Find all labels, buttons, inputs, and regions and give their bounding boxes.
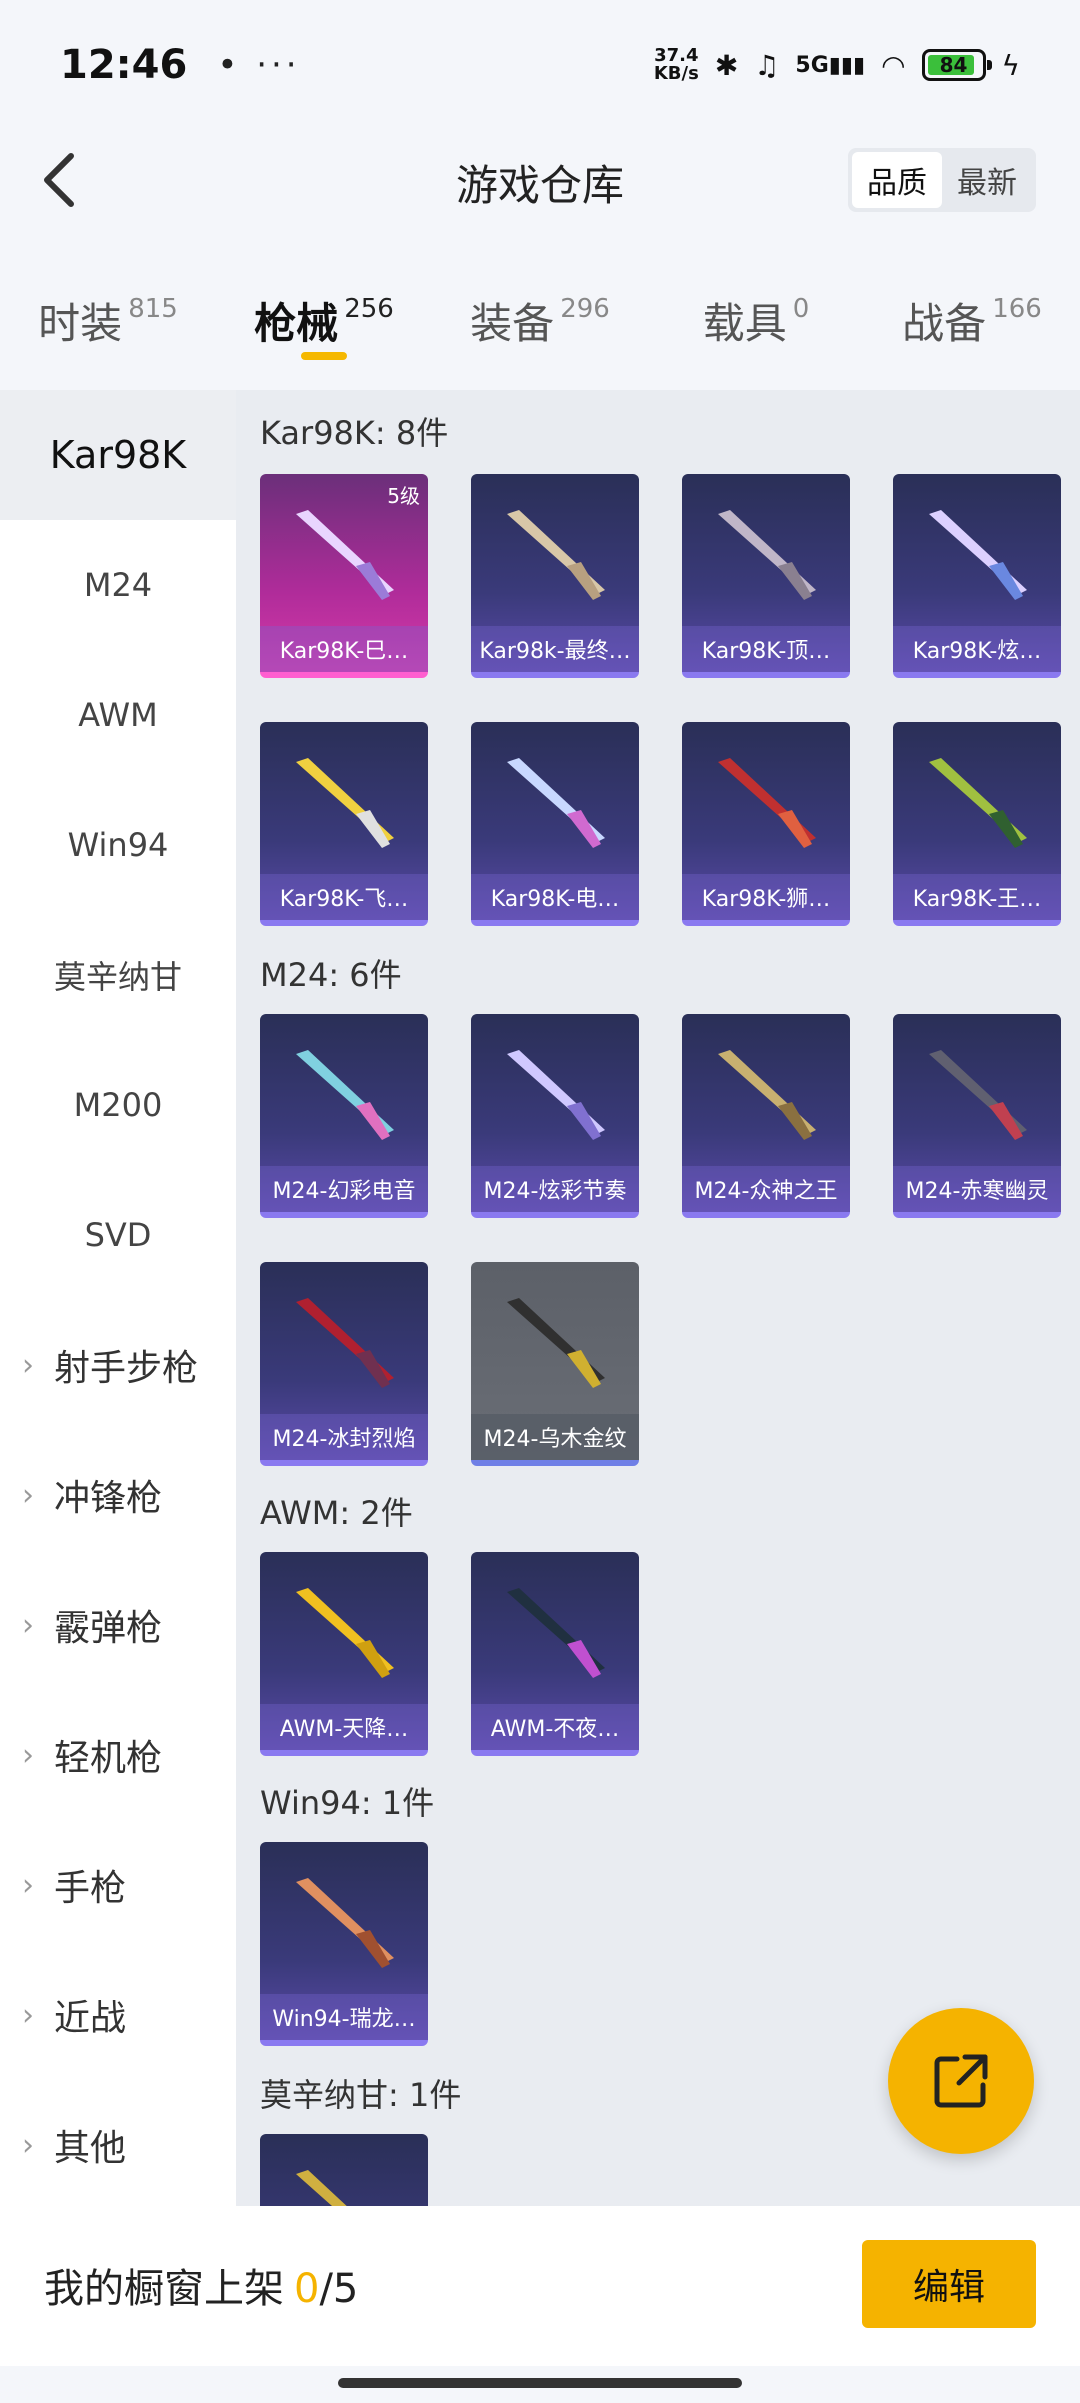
- sidebar-group-other[interactable]: › 其他: [0, 2080, 236, 2210]
- rifle-icon: [507, 758, 605, 848]
- rifle-icon: [296, 1878, 394, 1968]
- app-header: 游戏仓库 品质 最新: [0, 130, 1080, 230]
- weapon-card[interactable]: M24-众神之王: [682, 1014, 850, 1218]
- sidebar-group-marksman[interactable]: › 射手步枪: [0, 1300, 236, 1430]
- weapon-grid: Kar98K: 8件 5级 Kar98K-巳… Kar98k-最终… Kar98…: [236, 390, 1080, 2206]
- weapon-card[interactable]: Kar98K-电…: [471, 722, 639, 926]
- rifle-icon: [296, 510, 394, 600]
- net-speed: 37.4 KB/s: [653, 45, 699, 84]
- charging-icon: ϟ: [1001, 48, 1020, 82]
- rifle-icon: [929, 510, 1027, 600]
- sidebar-item-awm[interactable]: AWM: [0, 650, 236, 780]
- sidebar-group-pistol[interactable]: › 手枪: [0, 1820, 236, 1950]
- weapon-card[interactable]: M24-乌木金纹: [471, 1262, 639, 1466]
- sidebar-group-melee[interactable]: › 近战: [0, 1950, 236, 2080]
- rifle-icon: [718, 510, 816, 600]
- sort-toggle: 品质 最新: [848, 148, 1036, 212]
- sidebar-item-svd[interactable]: SVD: [0, 1170, 236, 1300]
- tab-outfits[interactable]: 时装 815: [0, 270, 216, 370]
- chevron-right-icon: ›: [22, 1867, 34, 1903]
- chevron-right-icon: ›: [22, 2127, 34, 2163]
- weapon-card[interactable]: Kar98K-炫…: [893, 474, 1061, 678]
- weapon-card[interactable]: AWM-天降…: [260, 1552, 428, 1756]
- wifi-icon: ◠: [881, 48, 906, 82]
- share-button[interactable]: [888, 2008, 1034, 2154]
- weapon-card[interactable]: M24-炫彩节奏: [471, 1014, 639, 1218]
- weapon-card[interactable]: [260, 2134, 428, 2206]
- rifle-icon: [929, 758, 1027, 848]
- sort-newest-button[interactable]: 最新: [942, 152, 1032, 208]
- weapon-card[interactable]: Kar98K-顶…: [682, 474, 850, 678]
- section-title-awm: AWM: 2件: [260, 1494, 413, 1532]
- chevron-right-icon: ›: [22, 1997, 34, 2033]
- sidebar-group-shotgun[interactable]: › 霰弹枪: [0, 1560, 236, 1690]
- weapon-card[interactable]: M24-幻彩电音: [260, 1014, 428, 1218]
- notification-dots: • ···: [217, 45, 301, 85]
- chevron-right-icon: ›: [22, 1737, 34, 1773]
- weapon-card[interactable]: AWM-不夜…: [471, 1552, 639, 1756]
- status-time: 12:46: [60, 42, 188, 88]
- sidebar-item-win94[interactable]: Win94: [0, 780, 236, 910]
- sort-quality-button[interactable]: 品质: [852, 152, 942, 208]
- sidebar-item-m24[interactable]: M24: [0, 520, 236, 650]
- weapon-card[interactable]: Kar98K-王…: [893, 722, 1061, 926]
- showcase-count: 0: [294, 2266, 320, 2312]
- rifle-icon: [296, 2170, 347, 2206]
- signal-icon: 5G▮▮▮: [795, 52, 866, 78]
- chevron-right-icon: ›: [22, 1607, 34, 1643]
- sidebar-item-m200[interactable]: M200: [0, 1040, 236, 1170]
- rifle-icon: [507, 510, 605, 600]
- rifle-icon: [718, 758, 816, 848]
- bluetooth-icon: ✱: [714, 48, 739, 82]
- rifle-icon: [296, 758, 394, 848]
- tab-vehicles[interactable]: 载具 0: [648, 270, 864, 370]
- showcase-bar: 我的橱窗上架 0 /5 编辑: [0, 2206, 1080, 2366]
- battery-icon: 84: [921, 49, 992, 81]
- weapon-card[interactable]: Kar98K-狮…: [682, 722, 850, 926]
- rifle-icon: [718, 1050, 816, 1140]
- rifle-icon: [507, 1298, 605, 1388]
- weapon-card[interactable]: Kar98K-飞…: [260, 722, 428, 926]
- home-indicator[interactable]: [338, 2378, 742, 2388]
- showcase-status: 我的橱窗上架 0 /5: [44, 2256, 358, 2314]
- weapon-card[interactable]: M24-赤寒幽灵: [893, 1014, 1061, 1218]
- edit-button[interactable]: 编辑: [862, 2240, 1036, 2328]
- showcase-label: 我的橱窗上架: [44, 2266, 284, 2312]
- tab-supplies[interactable]: 战备 166: [864, 270, 1080, 370]
- tab-equipment[interactable]: 装备 296: [432, 270, 648, 370]
- rifle-icon: [507, 1588, 605, 1678]
- weapon-card[interactable]: M24-冰封烈焰: [260, 1262, 428, 1466]
- section-title-kar98k: Kar98K: 8件: [260, 414, 449, 452]
- weapon-sidebar: Kar98K M24 AWM Win94 莫辛纳甘 M200 SVD › 射手步枪…: [0, 390, 236, 2206]
- status-icons: 37.4 KB/s ✱ ♫ 5G▮▮▮ ◠ 84 ϟ: [654, 47, 1020, 83]
- section-title-mosin: 莫辛纳甘: 1件: [260, 2076, 462, 2114]
- section-title-win94: Win94: 1件: [260, 1784, 435, 1822]
- share-external-icon: [934, 2054, 988, 2108]
- sidebar-item-mosin[interactable]: 莫辛纳甘: [0, 910, 236, 1040]
- sidebar-group-smg[interactable]: › 冲锋枪: [0, 1430, 236, 1560]
- rifle-icon: [929, 1050, 1027, 1140]
- rifle-icon: [296, 1050, 394, 1140]
- rifle-icon: [296, 1298, 394, 1388]
- rifle-icon: [296, 1588, 394, 1678]
- weapon-card[interactable]: Win94-瑞龙…: [260, 1842, 428, 2046]
- chevron-right-icon: ›: [22, 1477, 34, 1513]
- section-title-m24: M24: 6件: [260, 956, 402, 994]
- sidebar-group-lmg[interactable]: › 轻机枪: [0, 1690, 236, 1820]
- chevron-right-icon: ›: [22, 1347, 34, 1383]
- status-bar: 12:46 • ··· 37.4 KB/s ✱ ♫ 5G▮▮▮ ◠ 84 ϟ: [0, 0, 1080, 130]
- tab-weapons[interactable]: 枪械 256: [216, 270, 432, 370]
- weapon-card[interactable]: Kar98k-最终…: [471, 474, 639, 678]
- earbuds-icon: ♫: [754, 48, 780, 82]
- category-tabs: 时装 815 枪械 256 装备 296 载具 0 战备 166: [0, 270, 1080, 370]
- showcase-total: /5: [319, 2266, 359, 2312]
- rifle-icon: [507, 1050, 605, 1140]
- sidebar-item-kar98k[interactable]: Kar98K: [0, 390, 236, 520]
- weapon-card[interactable]: 5级 Kar98K-巳…: [260, 474, 428, 678]
